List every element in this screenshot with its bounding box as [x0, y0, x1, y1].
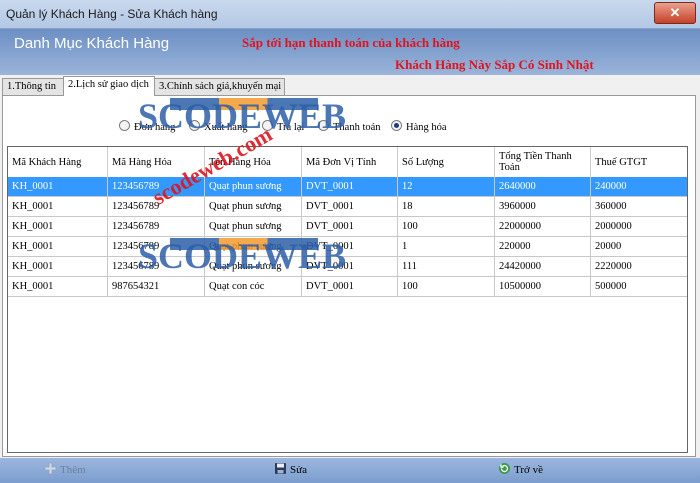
add-button[interactable]: Thêm — [44, 462, 86, 478]
save-icon — [275, 463, 286, 474]
radio-returns[interactable]: Trả lại — [262, 120, 304, 134]
table-row[interactable]: KH_0001 123456789 Quạt phun sương DVT_00… — [8, 237, 687, 257]
radio-dot-selected — [391, 120, 402, 131]
save-button[interactable]: Sửa — [274, 462, 307, 478]
window-title: Quản lý Khách Hàng - Sửa Khách hàng — [6, 7, 218, 21]
radio-dot — [119, 120, 130, 131]
radio-dot — [318, 120, 329, 131]
birthday-alert: Khách Hàng Này Sắp Có Sinh Nhật — [395, 57, 594, 72]
radio-goods[interactable]: Hàng hóa — [391, 120, 447, 134]
tab-transaction-history[interactable]: 2.Lịch sử giao dịch — [63, 76, 155, 96]
table-row[interactable]: KH_0001 123456789 Quạt phun sương DVT_00… — [8, 257, 687, 277]
transaction-grid: Mã Khách Hàng Mã Hàng Hóa Tên Hàng Hóa M… — [7, 146, 688, 453]
table-row[interactable]: KH_0001 987654321 Quạt con cóc DVT_0001 … — [8, 277, 687, 297]
payment-alert: Sắp tới hạn thanh toán của khách hàng — [242, 35, 460, 50]
footer-toolbar: Thêm Sửa Trở về — [0, 458, 700, 483]
table-row[interactable]: KH_0001 123456789 Quạt phun sương DVT_00… — [8, 217, 687, 237]
back-button[interactable]: Trở về — [498, 462, 543, 478]
radio-payments[interactable]: Thanh toán — [318, 120, 381, 134]
column-header-quantity[interactable]: Số Lượng — [398, 147, 495, 177]
radio-orders[interactable]: Đơn hàng — [119, 120, 175, 134]
column-header-unit-code[interactable]: Mã Đơn Vị Tính — [302, 147, 398, 177]
column-header-total-payment[interactable]: Tổng Tiền Thanh Toán — [495, 147, 591, 177]
refresh-back-icon — [499, 463, 510, 474]
header-banner: Danh Mục Khách Hàng Sắp tới hạn thanh to… — [0, 29, 700, 75]
column-header-customer-code[interactable]: Mã Khách Hàng — [8, 147, 108, 177]
column-header-vat[interactable]: Thuế GTGT — [591, 147, 687, 177]
table-row[interactable]: KH_0001 123456789 Quạt phun sương DVT_00… — [8, 197, 687, 217]
grid-header: Mã Khách Hàng Mã Hàng Hóa Tên Hàng Hóa M… — [8, 147, 687, 178]
tab-info[interactable]: 1.Thông tin — [2, 78, 68, 95]
tab-price-policy[interactable]: 3.Chính sách giá,khuyến mại — [154, 78, 285, 95]
close-button[interactable]: ✕ — [654, 2, 696, 24]
radio-dot — [189, 120, 200, 131]
table-row[interactable]: KH_0001 123456789 Quạt phun sương DVT_00… — [8, 177, 687, 197]
page-title: Danh Mục Khách Hàng — [14, 35, 170, 52]
radio-exports[interactable]: Xuất hàng — [189, 120, 247, 134]
column-header-product-name[interactable]: Tên Hàng Hóa — [205, 147, 302, 177]
title-bar: Quản lý Khách Hàng - Sửa Khách hàng ✕ — [0, 0, 700, 29]
close-icon: ✕ — [669, 5, 681, 20]
column-header-product-code[interactable]: Mã Hàng Hóa — [108, 147, 205, 177]
radio-dot — [262, 120, 273, 131]
plus-icon — [44, 462, 57, 475]
